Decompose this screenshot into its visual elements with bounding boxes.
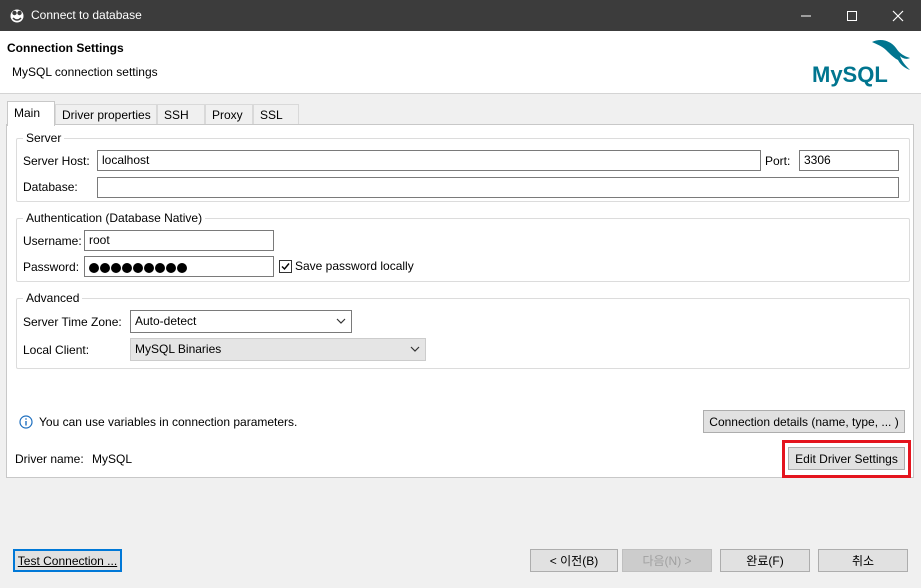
- minimize-button[interactable]: [783, 0, 829, 31]
- svg-text:MySQL: MySQL: [812, 62, 888, 87]
- password-input[interactable]: [84, 256, 274, 277]
- info-icon: [19, 415, 33, 429]
- variables-info-text: You can use variables in connection para…: [39, 415, 298, 429]
- close-button[interactable]: [875, 0, 921, 31]
- test-connection-button[interactable]: Test Connection ...: [13, 549, 122, 572]
- dialog-header: Connection Settings MySQL connection set…: [0, 31, 921, 94]
- connection-details-button[interactable]: Connection details (name, type, ... ): [703, 410, 905, 433]
- dialog-footer: Test Connection ... < 이전(B) 다음(N) > 완료(F…: [0, 540, 921, 588]
- chevron-down-icon: [336, 318, 346, 324]
- local-client-value: MySQL Binaries: [135, 342, 222, 356]
- header-subtitle: MySQL connection settings: [12, 65, 158, 79]
- chevron-down-icon: [410, 346, 420, 352]
- timezone-select[interactable]: Auto-detect: [130, 310, 352, 333]
- checkmark-icon: [281, 263, 290, 271]
- title-bar: Connect to database: [0, 0, 921, 31]
- port-label: Port:: [765, 154, 791, 168]
- database-label: Database:: [23, 180, 78, 194]
- database-input[interactable]: [97, 177, 899, 198]
- close-icon: [892, 10, 904, 21]
- local-client-label: Local Client:: [23, 343, 90, 357]
- password-label: Password:: [23, 260, 80, 274]
- dbeaver-beaver-icon: [10, 9, 24, 23]
- maximize-icon: [847, 10, 857, 21]
- port-input[interactable]: 3306: [799, 150, 899, 171]
- header-title: Connection Settings: [7, 41, 124, 55]
- local-client-select[interactable]: MySQL Binaries: [130, 338, 426, 361]
- timezone-value: Auto-detect: [135, 314, 197, 328]
- next-button[interactable]: 다음(N) >: [622, 549, 712, 572]
- back-button[interactable]: < 이전(B): [530, 549, 618, 572]
- advanced-group-label: Advanced: [23, 291, 83, 305]
- auth-group-label: Authentication (Database Native): [23, 211, 206, 225]
- tab-ssl[interactable]: SSL: [253, 104, 299, 125]
- server-host-input[interactable]: localhost: [97, 150, 761, 171]
- minimize-icon: [801, 15, 811, 16]
- timezone-label: Server Time Zone:: [23, 315, 122, 329]
- driver-name-label: Driver name:: [15, 452, 84, 466]
- driver-name-value: MySQL: [92, 452, 133, 466]
- tab-driver-properties[interactable]: Driver properties: [55, 104, 157, 125]
- tab-proxy[interactable]: Proxy: [205, 104, 253, 125]
- server-group-label: Server: [23, 131, 65, 145]
- maximize-button[interactable]: [829, 0, 875, 31]
- username-input[interactable]: root: [84, 230, 274, 251]
- username-label: Username:: [23, 234, 82, 248]
- finish-button[interactable]: 완료(F): [720, 549, 810, 572]
- save-password-checkbox[interactable]: [279, 260, 292, 273]
- main-panel: Server Server Host: localhost Port: 3306…: [6, 124, 914, 478]
- edit-driver-settings-button[interactable]: Edit Driver Settings: [788, 447, 905, 470]
- window-title: Connect to database: [31, 8, 142, 22]
- save-password-label: Save password locally: [295, 259, 414, 273]
- mysql-logo: MySQL: [812, 40, 910, 87]
- cancel-button[interactable]: 취소: [818, 549, 908, 572]
- tab-main[interactable]: Main: [7, 101, 55, 126]
- tab-ssh[interactable]: SSH: [157, 104, 205, 125]
- server-host-label: Server Host:: [23, 154, 90, 168]
